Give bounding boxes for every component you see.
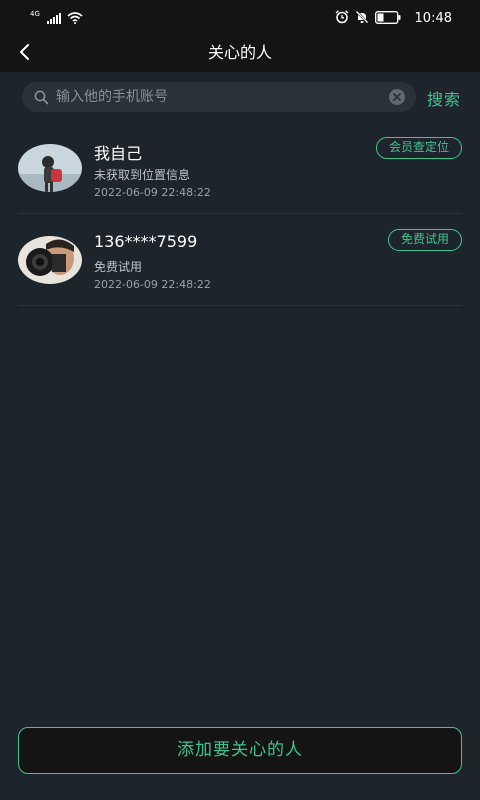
add-care-person-button[interactable]: 添加要关心的人 [18, 727, 462, 774]
alarm-icon [335, 9, 349, 28]
page-title: 关心的人 [207, 43, 272, 62]
search-box [22, 82, 416, 112]
signal-icon [46, 9, 61, 28]
contact-name: 136****7599 [94, 232, 198, 251]
search-button[interactable]: 搜索 [427, 86, 461, 110]
contact-name: 我自己 [94, 144, 143, 163]
avatar [18, 144, 82, 192]
contact-timestamp: 2022-06-09 22:48:22 [94, 186, 211, 199]
member-locate-button[interactable]: 会员查定位 [375, 137, 462, 159]
contact-status: 未获取到位置信息 [94, 168, 191, 182]
clear-icon[interactable] [388, 88, 406, 106]
contact-timestamp: 2022-06-09 22:48:22 [94, 278, 211, 291]
battery-icon [374, 9, 401, 28]
contact-item-other[interactable]: 136****7599 免费试用 2022-06-09 22:48:22 免费试… [0, 214, 480, 306]
phone-search-input[interactable] [56, 89, 388, 105]
wifi-icon [67, 9, 83, 28]
avatar [18, 236, 82, 284]
status-left: 4G [30, 9, 83, 28]
network-type-label: 4G [30, 9, 40, 18]
search-icon [34, 89, 50, 105]
contact-status: 免费试用 [94, 260, 143, 274]
divider [18, 305, 462, 306]
status-bar: 4G 10:48 [0, 0, 480, 36]
free-trial-button[interactable]: 免费试用 [387, 229, 462, 251]
status-right: 10:48 [335, 9, 452, 28]
nav-bar: 关心的人 [0, 36, 480, 72]
contact-item-self[interactable]: 我自己 未获取到位置信息 2022-06-09 22:48:22 会员查定位 [0, 122, 480, 214]
mute-icon [355, 9, 369, 28]
clock-time: 10:48 [414, 10, 452, 26]
contact-list: 我自己 未获取到位置信息 2022-06-09 22:48:22 会员查定位 1… [0, 122, 480, 306]
